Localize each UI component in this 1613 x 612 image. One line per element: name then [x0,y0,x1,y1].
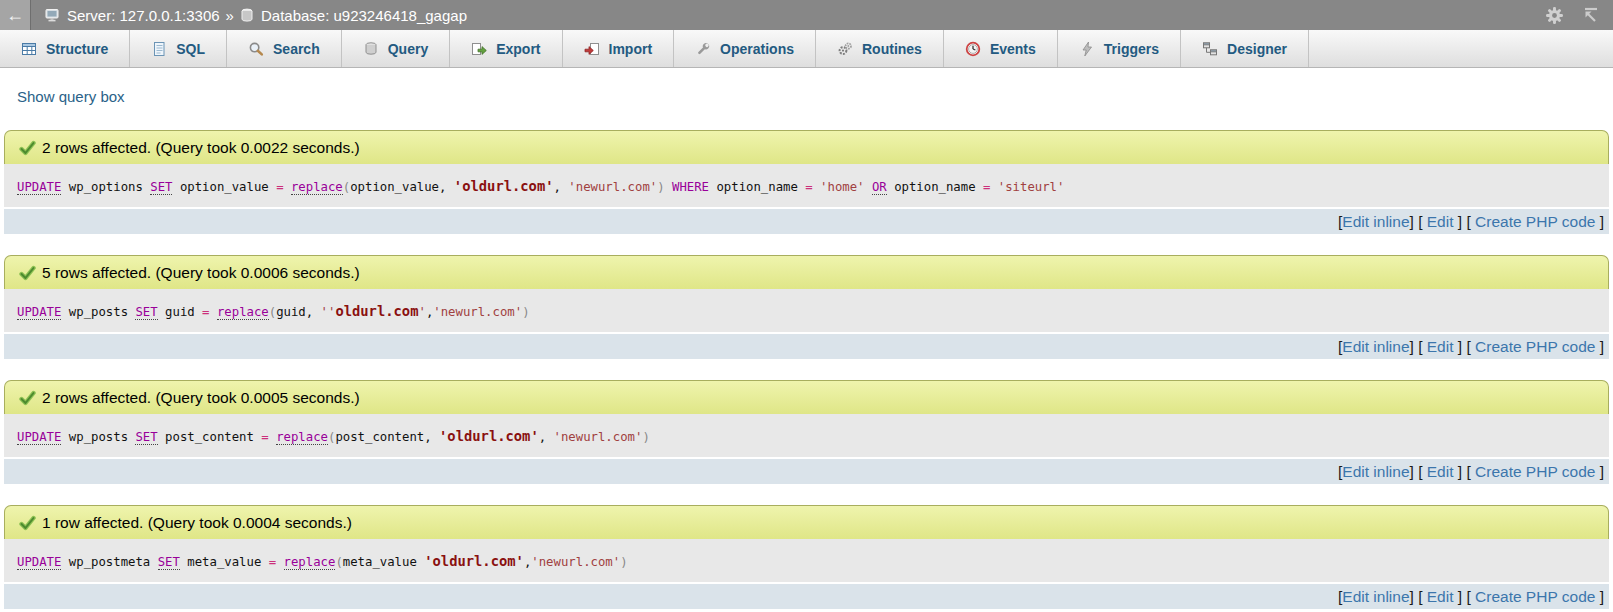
import-icon [584,41,600,57]
success-check-icon [19,265,36,281]
edit-inline-link[interactable]: Edit inline [1342,588,1409,606]
success-check-icon [19,515,36,531]
breadcrumb-separator: » [226,7,234,24]
query-result-block: 2 rows affected. (Query took 0.0022 seco… [4,130,1609,234]
success-message-bar: 5 rows affected. (Query took 0.0006 seco… [4,255,1609,289]
edit-inline-link[interactable]: Edit inline [1342,338,1409,356]
edit-link[interactable]: Edit [1427,338,1454,356]
query-result-block: 5 rows affected. (Query took 0.0006 seco… [4,255,1609,359]
create-php-code-link[interactable]: Create PHP code [1475,588,1595,606]
create-php-code-link[interactable]: Create PHP code [1475,463,1595,481]
tab-operations[interactable]: Operations [674,30,816,67]
server-breadcrumb[interactable]: Server: 127.0.0.1:3306 [67,7,220,24]
tab-sql[interactable]: SQL [130,30,227,67]
sql-icon [151,41,167,57]
edit-link[interactable]: Edit [1427,213,1454,231]
database-icon [240,8,254,23]
success-message-bar: 2 rows affected. (Query took 0.0005 seco… [4,380,1609,414]
events-icon [965,41,981,57]
query-actions-bar: [Edit inline] [ Edit ] [ Create PHP code… [4,334,1609,359]
edit-inline-link[interactable]: Edit inline [1342,213,1409,231]
rows-affected-message: 2 rows affected. (Query took 0.0022 seco… [42,139,360,157]
server-icon [45,8,60,23]
edit-link[interactable]: Edit [1427,463,1454,481]
query-actions-bar: [Edit inline] [ Edit ] [ Create PHP code… [4,459,1609,484]
tab-designer[interactable]: Designer [1181,30,1309,67]
success-check-icon [19,140,36,156]
sql-query-text: UPDATE wp_options SET option_value = rep… [4,164,1609,207]
structure-icon [21,41,37,57]
search-icon [248,41,264,57]
tab-label: Events [990,41,1036,57]
query-actions-bar: [Edit inline] [ Edit ] [ Create PHP code… [4,209,1609,234]
tab-label: Import [609,41,653,57]
tab-label: Operations [720,41,794,57]
edit-inline-link[interactable]: Edit inline [1342,463,1409,481]
designer-icon [1202,41,1218,57]
create-php-code-link[interactable]: Create PHP code [1475,338,1595,356]
edit-link[interactable]: Edit [1427,588,1454,606]
operations-icon [695,41,711,57]
query-result-block: 1 row affected. (Query took 0.0004 secon… [4,505,1609,609]
tab-label: Search [273,41,320,57]
settings-gear-icon[interactable] [1545,6,1564,25]
tab-import[interactable]: Import [563,30,675,67]
rows-affected-message: 5 rows affected. (Query took 0.0006 seco… [42,264,360,282]
sql-query-text: UPDATE wp_posts SET post_content = repla… [4,414,1609,457]
tab-label: Export [496,41,540,57]
query-icon [363,41,379,57]
database-breadcrumb[interactable]: Database: u923246418_gagap [261,7,467,24]
create-php-code-link[interactable]: Create PHP code [1475,213,1595,231]
tab-search[interactable]: Search [227,30,342,67]
show-query-box-link[interactable]: Show query box [17,88,125,105]
title-bar: ← Server: 127.0.0.1:3306 » Database: u92… [0,0,1613,30]
tab-export[interactable]: Export [450,30,562,67]
routines-icon [837,41,853,57]
rows-affected-message: 2 rows affected. (Query took 0.0005 seco… [42,389,360,407]
sql-query-text: UPDATE wp_postmeta SET meta_value = repl… [4,539,1609,582]
export-icon [471,41,487,57]
back-button[interactable]: ← [0,0,31,30]
success-message-bar: 1 row affected. (Query took 0.0004 secon… [4,505,1609,539]
tab-label: Routines [862,41,922,57]
collapse-top-icon[interactable] [1581,7,1599,23]
rows-affected-message: 1 row affected. (Query took 0.0004 secon… [42,514,352,532]
success-check-icon [19,390,36,406]
tab-label: Triggers [1104,41,1159,57]
tab-triggers[interactable]: Triggers [1058,30,1181,67]
main-content: Show query box 2 rows affected. (Query t… [0,68,1613,609]
success-message-bar: 2 rows affected. (Query took 0.0022 seco… [4,130,1609,164]
tab-label: Structure [46,41,108,57]
tab-events[interactable]: Events [944,30,1058,67]
query-result-block: 2 rows affected. (Query took 0.0005 seco… [4,380,1609,484]
tab-label: Designer [1227,41,1287,57]
tab-query[interactable]: Query [342,30,450,67]
tab-label: SQL [176,41,205,57]
sql-query-text: UPDATE wp_posts SET guid = replace(guid,… [4,289,1609,332]
tab-bar: Structure SQL Search Query Export Import Opera… [0,30,1613,68]
tab-label: Query [388,41,428,57]
back-arrow-icon: ← [6,5,24,26]
query-actions-bar: [Edit inline] [ Edit ] [ Create PHP code… [4,584,1609,609]
triggers-icon [1079,41,1095,57]
tab-structure[interactable]: Structure [0,30,130,67]
tab-routines[interactable]: Routines [816,30,944,67]
